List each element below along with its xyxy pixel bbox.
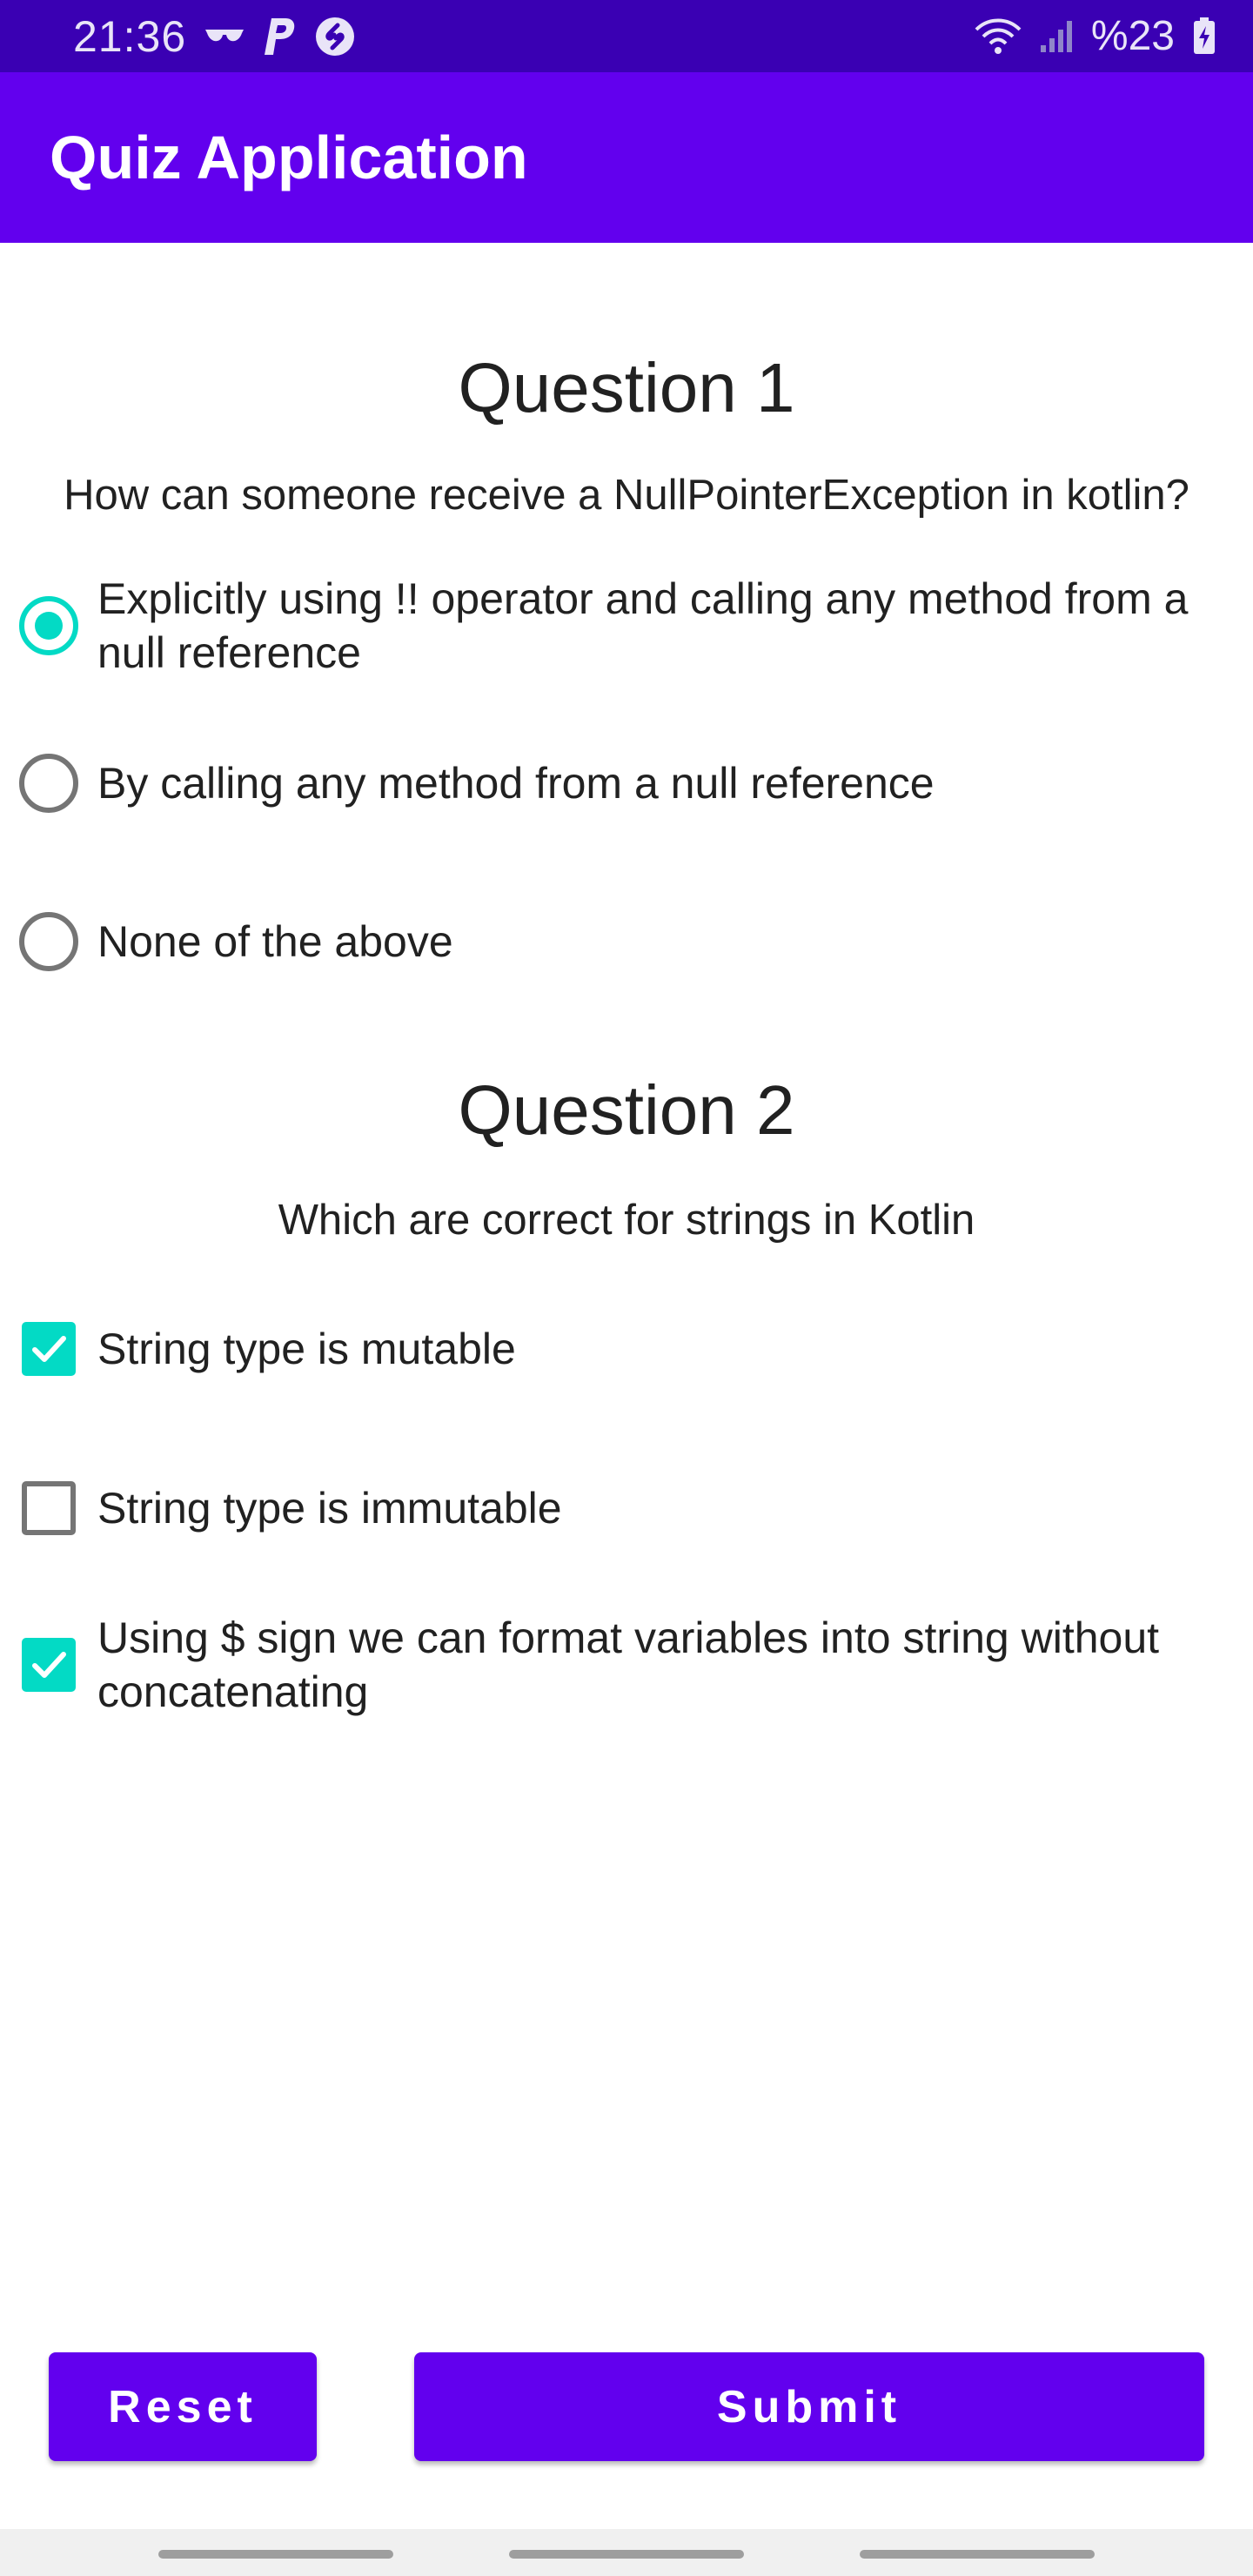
q2-option-3-label: Using $ sign we can format variables int…: [97, 1613, 1160, 1716]
app-bar: Quiz Application: [0, 72, 1253, 243]
question1-title: Question 1: [458, 349, 795, 426]
status-left: 21:36: [73, 11, 355, 62]
question1-text: How can someone receive a NullPointerExc…: [64, 472, 1189, 519]
battery-charging-icon: [1192, 17, 1216, 56]
question2-text: Which are correct for strings in Kotlin: [278, 1197, 975, 1244]
q2-option-2[interactable]: String type is immutable: [14, 1473, 1253, 1543]
shazam-icon: [315, 17, 355, 57]
q1-option-1-label: Explicitly using !! operator and calling…: [97, 574, 1189, 677]
q1-option-2-radio[interactable]: [14, 748, 84, 818]
q2-option-3[interactable]: Using $ sign we can format variables int…: [14, 1611, 1253, 1719]
q1-option-2-label: By calling any method from a null refere…: [97, 759, 935, 808]
glasses-icon: [204, 26, 245, 47]
check-icon: [32, 1652, 66, 1678]
nav-recents-button[interactable]: [158, 2550, 393, 2559]
q2-option-2-checkbox[interactable]: [14, 1473, 84, 1543]
q1-option-1-radio[interactable]: [14, 591, 84, 661]
wifi-icon: [975, 17, 1022, 56]
status-right: %23: [975, 12, 1216, 60]
q2-option-2-label: String type is immutable: [97, 1484, 562, 1533]
check-icon: [32, 1336, 66, 1362]
submit-button[interactable]: Submit: [414, 2352, 1204, 2461]
signal-icon: [1039, 19, 1074, 54]
q1-option-2[interactable]: By calling any method from a null refere…: [14, 748, 1253, 818]
q2-option-1-checkbox[interactable]: [14, 1314, 84, 1384]
paypal-icon: [263, 17, 298, 57]
navigation-bar: [0, 2529, 1253, 2576]
q2-option-1-label: String type is mutable: [97, 1325, 516, 1373]
status-time: 21:36: [73, 11, 187, 61]
q1-option-3-radio[interactable]: [14, 907, 84, 976]
q2-option-1[interactable]: String type is mutable: [14, 1314, 1253, 1384]
reset-button[interactable]: Reset: [49, 2352, 317, 2461]
q2-option-3-checkbox[interactable]: [14, 1630, 84, 1700]
q1-option-1[interactable]: Explicitly using !! operator and calling…: [14, 572, 1253, 680]
app-title: Quiz Application: [50, 124, 528, 191]
q1-option-3-label: None of the above: [97, 917, 453, 966]
nav-home-button[interactable]: [509, 2550, 744, 2559]
question2-title: Question 2: [458, 1071, 795, 1149]
status-bar: 21:36 %23: [0, 0, 1253, 72]
q1-option-3[interactable]: None of the above: [14, 907, 1253, 976]
battery-percent: %23: [1090, 13, 1175, 59]
screen: 21:36 %23 Quiz Application Question 1 Ho…: [0, 0, 1253, 2576]
nav-back-button[interactable]: [860, 2550, 1095, 2559]
